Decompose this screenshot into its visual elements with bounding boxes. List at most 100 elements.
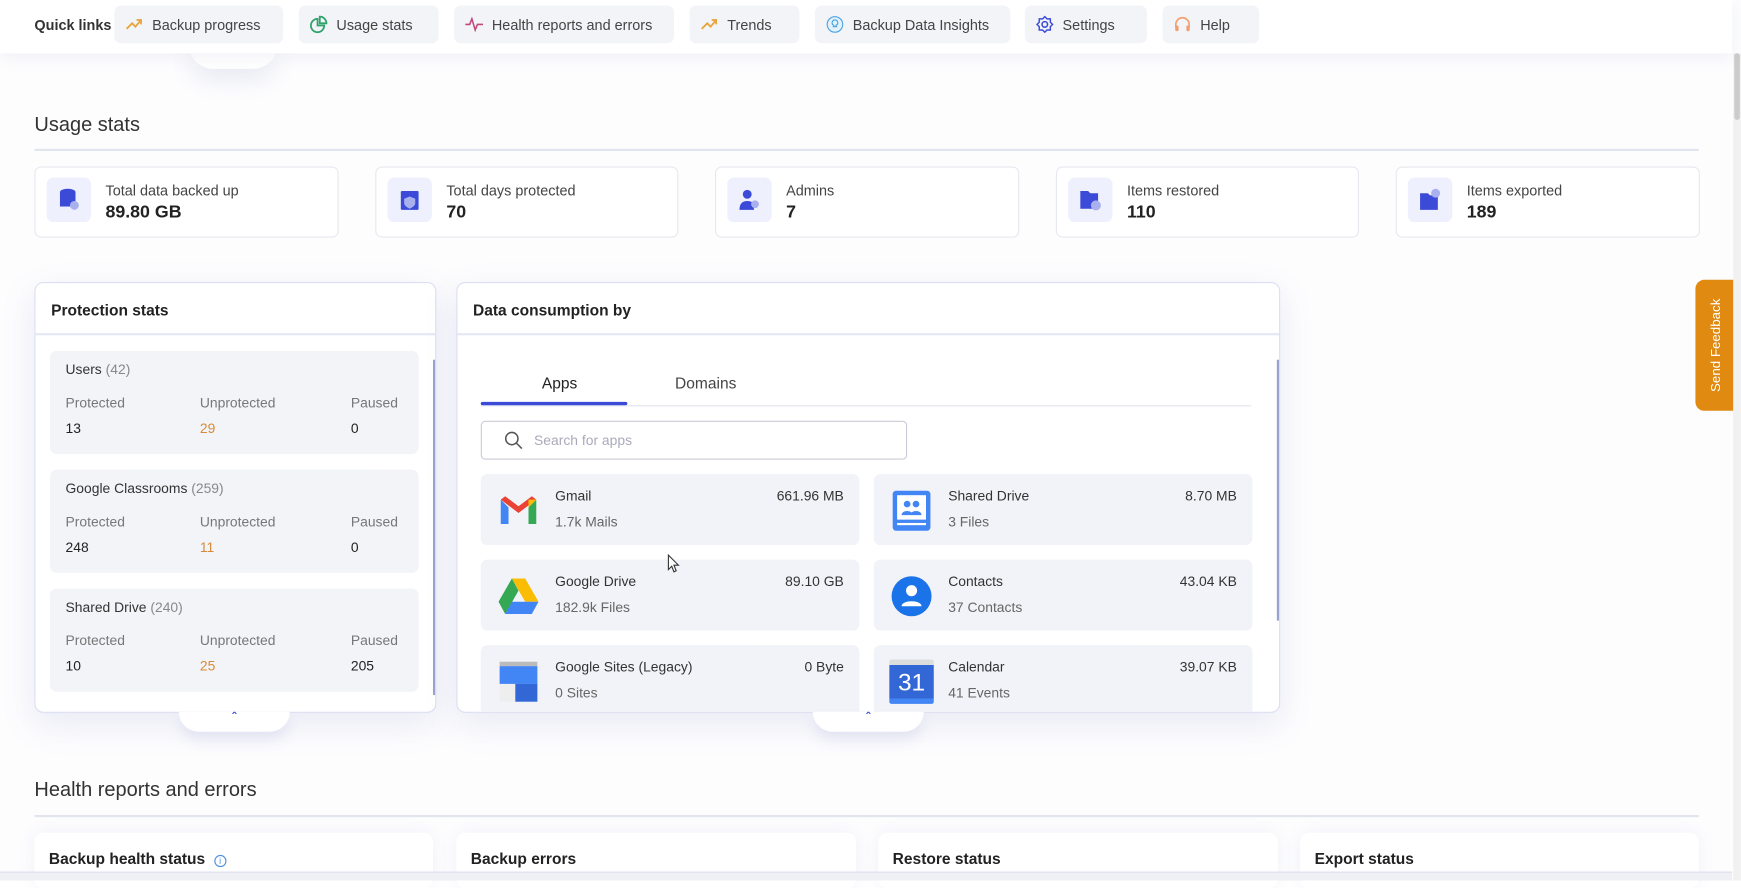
quick-link-backup-data-insights[interactable]: Backup Data Insights [814,5,1011,44]
stat-label: Items restored [1126,182,1220,199]
scrollbar[interactable] [1276,359,1280,621]
app-size: 39.07 KB [1179,659,1237,676]
calendar-shield-icon [387,177,432,223]
stat-value: 189 [1466,203,1497,223]
trend-up-icon [125,19,142,30]
protection-stats-panel: Protection stats Users (42) Protected Un… [34,282,437,713]
quick-link-backup-progress[interactable]: Backup progress [114,5,284,44]
quick-link-label: Health reports and errors [491,16,653,33]
pie-chart-icon [310,15,328,34]
app-size: 8.70 MB [1185,488,1237,505]
health-heading: Health reports and errors [34,778,257,801]
gmail-icon [500,496,537,525]
chevron-up-icon[interactable]: ˆ [812,711,924,732]
stat-value: 7 [786,203,796,223]
col-label: Paused [350,395,398,411]
col-label: Protected [65,395,125,411]
quick-link-label: Trends [727,16,772,33]
app-card-gmail[interactable]: Gmail 1.7k Mails 661.96 MB [480,474,860,546]
unprotected-value[interactable]: 29 [200,421,215,437]
headset-icon [1174,16,1190,32]
quick-link-health-reports[interactable]: Health reports and errors [454,5,674,44]
app-card-shared-drive[interactable]: Shared Drive 3 Files 8.70 MB [873,474,1253,546]
usage-stats-heading: Usage stats [34,113,140,136]
stat-card-items-restored: Items restored 110 [1055,166,1360,238]
page-scrollbar[interactable] [1733,53,1741,881]
protected-value[interactable]: 248 [66,540,89,556]
admin-user-icon [727,177,772,223]
col-label: Protected [65,514,125,530]
folder-export-icon [1407,177,1453,223]
card-title: Backup health status [48,849,206,868]
chevron-up-icon[interactable]: ˆ [178,711,290,732]
mouse-cursor-icon [667,554,680,573]
card-title: Export status [1314,849,1414,868]
app-card-google-sites[interactable]: Google Sites (Legacy) 0 Sites 0 Byte [480,645,860,712]
quick-link-settings[interactable]: Settings [1024,5,1147,44]
group-count: (42) [105,361,131,378]
app-name: Calendar [948,659,1005,676]
protection-group-classrooms: Google Classrooms (259) Protected Unprot… [49,469,419,573]
app-name: Google Drive [555,574,637,590]
data-consumption-panel: Data consumption by Apps Domains Gmail 1… [456,282,1281,713]
app-size: 43.04 KB [1179,574,1237,590]
stat-value: 70 [446,203,467,223]
stat-label: Items exported [1466,182,1563,199]
google-drive-icon [498,578,539,614]
calendar-icon-date: 31 [897,668,926,697]
info-icon[interactable]: i [213,854,227,868]
paused-value[interactable]: 0 [351,421,359,437]
app-search-input[interactable] [534,432,868,449]
app-card-calendar[interactable]: 31 Calendar 41 Events 39.07 KB [873,645,1253,712]
quick-link-usage-stats[interactable]: Usage stats [298,5,439,44]
quick-links-bar: Quick links Backup progress Usage stats … [0,0,1733,54]
stat-value: 89.80 GB [105,203,182,223]
group-count: (259) [191,480,224,497]
gear-icon [1035,15,1054,34]
quick-link-help[interactable]: Help [1162,5,1260,44]
col-label: Protected [65,632,125,649]
app-item-count: 182.9k Files [555,599,630,616]
search-icon [504,431,523,450]
app-item-count: 0 Sites [555,685,598,701]
app-search-box[interactable] [480,420,908,460]
app-item-count: 41 Events [948,685,1010,701]
stat-card-total-data: Total data backed up 89.80 GB [34,166,339,238]
google-sites-icon [499,661,538,702]
trend-up-icon [701,19,718,30]
tab-apps[interactable]: Apps [542,374,577,392]
tab-domains[interactable]: Domains [675,374,736,392]
stat-card-items-exported: Items exported 189 [1395,166,1700,238]
quick-link-label: Help [1200,16,1230,33]
contacts-icon [891,576,932,617]
app-item-count: 3 Files [948,514,990,530]
quick-link-trends[interactable]: Trends [689,5,800,44]
divider [34,814,1699,818]
group-count: (240) [150,599,183,616]
app-size: 89.10 GB [785,574,844,590]
shared-drive-icon [892,490,931,531]
scrollbar[interactable] [433,359,436,696]
app-size: 661.96 MB [776,488,844,505]
send-feedback-label: Send Feedback [1707,298,1724,392]
pulse-icon [465,16,483,33]
send-feedback-button[interactable]: Send Feedback [1695,279,1736,411]
app-card-contacts[interactable]: Contacts 37 Contacts 43.04 KB [873,559,1253,631]
stat-label: Total data backed up [105,182,239,199]
unprotected-value[interactable]: 25 [200,658,215,674]
app-size: 0 Byte [804,659,844,676]
unprotected-value[interactable]: 11 [200,540,214,556]
paused-value[interactable]: 0 [351,540,359,556]
protected-value[interactable]: 13 [66,421,81,437]
paused-value[interactable]: 205 [351,658,374,674]
app-item-count: 1.7k Mails [555,514,618,530]
divider [34,148,1699,152]
group-name: Google Classrooms [65,480,188,497]
horizontal-scrollbar[interactable] [0,871,1733,881]
col-label: Paused [350,514,398,530]
protection-group-users: Users (42) Protected Unprotected Paused … [49,350,419,455]
stat-label: Total days protected [446,182,576,199]
app-name: Gmail [555,488,592,505]
protected-value[interactable]: 10 [66,658,81,674]
folder-restore-icon [1068,177,1113,223]
